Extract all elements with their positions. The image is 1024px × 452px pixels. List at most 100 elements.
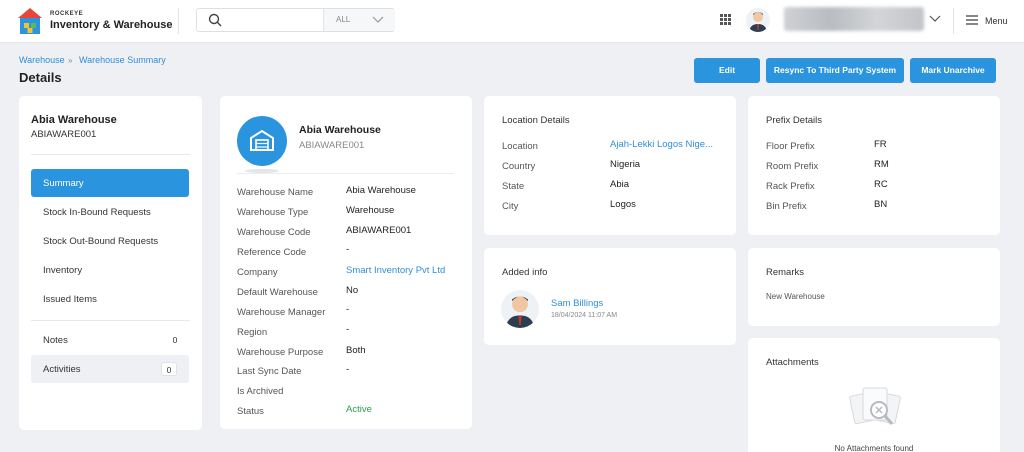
sidebar-item-label: Activities	[43, 364, 81, 375]
menu-label[interactable]: Menu	[985, 16, 1008, 26]
warehouse-details-card: Abia Warehouse ABIAWARE001 Warehouse Nam…	[220, 96, 472, 429]
field-value: Both	[346, 345, 366, 356]
user-info-redacted[interactable]	[784, 7, 924, 31]
activities-count-badge: 0	[161, 362, 177, 376]
field-label: Last Sync Date	[237, 366, 302, 377]
warehouse-subtitle-code: ABIAWARE001	[299, 140, 365, 151]
field-value: No	[346, 285, 359, 296]
card-title: Attachments	[766, 357, 819, 368]
breadcrumb-warehouse-summary[interactable]: Warehouse Summary	[79, 55, 166, 65]
field-label: Country	[502, 161, 536, 172]
company-link[interactable]: Smart Inventory Pvt Ltd	[346, 265, 445, 276]
sidebar-item-issued-items[interactable]: Issued Items	[31, 285, 189, 313]
sidebar-item-activities[interactable]: Activities 0	[31, 355, 189, 383]
sidebar-item-summary[interactable]: Summary	[31, 169, 189, 197]
field-value: -	[346, 304, 350, 315]
sidebar-item-label: Notes	[43, 335, 68, 346]
sidebar-item-label: Stock Out-Bound Requests	[43, 236, 159, 247]
sidebar-item-stock-out-bound[interactable]: Stock Out-Bound Requests	[31, 227, 189, 255]
field-label: Floor Prefix	[766, 141, 815, 152]
divider	[237, 173, 454, 174]
global-search: ALL	[196, 8, 395, 32]
user-avatar-icon	[505, 296, 535, 328]
sidebar-warehouse-name: Abia Warehouse	[31, 114, 117, 126]
sidebar-item-label: Stock In-Bound Requests	[43, 207, 151, 218]
field-label: Warehouse Name	[237, 187, 314, 198]
sidebar-item-label: Inventory	[43, 265, 83, 276]
notes-count-badge: 0	[172, 335, 178, 345]
sidebar-warehouse-code: ABIAWARE001	[31, 129, 97, 140]
page-title: Details	[19, 70, 62, 85]
field-label: City	[502, 201, 519, 212]
card-title: Remarks	[766, 267, 805, 278]
card-title: Location Details	[502, 115, 570, 126]
top-bar: ROCKEYE Inventory & Warehouse ALL Menu	[0, 0, 1024, 43]
field-label: Company	[237, 267, 278, 278]
breadcrumb-warehouse[interactable]: Warehouse	[19, 55, 65, 65]
field-label: Is Archived	[237, 386, 284, 397]
field-label: Default Warehouse	[237, 287, 318, 298]
field-label: Warehouse Manager	[237, 307, 326, 318]
warehouse-icon	[237, 116, 287, 166]
card-title: Prefix Details	[766, 115, 822, 126]
sidebar-item-notes[interactable]: Notes 0	[31, 326, 189, 354]
sidebar-card: Abia Warehouse ABIAWARE001 Summary Stock…	[19, 96, 202, 430]
added-timestamp: 18/04/2024 11:07 AM	[551, 312, 618, 319]
field-value: Abia Warehouse	[346, 185, 416, 196]
field-value: Logos	[610, 199, 636, 210]
resync-button[interactable]: Resync To Third Party System	[766, 58, 904, 83]
brand-name: Inventory & Warehouse	[50, 19, 173, 31]
added-by-user-link[interactable]: Sam Billings	[551, 298, 603, 309]
divider	[178, 8, 179, 34]
prefix-details-card: Prefix Details Floor Prefix FR Room Pref…	[748, 96, 1000, 235]
search-filter-select[interactable]: ALL	[323, 9, 395, 31]
divider	[31, 320, 190, 321]
edit-button[interactable]: Edit	[694, 58, 760, 83]
field-value: ABIAWARE001	[346, 225, 412, 236]
field-label: Room Prefix	[766, 161, 819, 172]
field-value: -	[346, 364, 350, 375]
user-avatar-icon	[749, 12, 767, 32]
chevron-down-icon[interactable]	[929, 15, 941, 23]
field-value: FR	[874, 139, 887, 150]
divider	[31, 154, 190, 155]
field-value: -	[346, 324, 350, 335]
location-details-card: Location Details Location Ajah-Lekki Log…	[484, 96, 736, 235]
card-title: Added info	[502, 267, 548, 278]
field-label: Status	[237, 406, 264, 417]
field-value: Abia	[610, 179, 630, 190]
brand-tagline: ROCKEYE	[50, 11, 84, 17]
field-label: Warehouse Purpose	[237, 347, 324, 358]
field-label: Region	[237, 327, 268, 338]
field-label: Warehouse Code	[237, 227, 311, 238]
field-label: Reference Code	[237, 247, 307, 258]
added-info-card: Added info Sam Billings 18/04/2024 11:07…	[484, 248, 736, 345]
sidebar-item-label: Issued Items	[43, 294, 97, 305]
user-avatar[interactable]	[746, 8, 770, 32]
sidebar-item-inventory[interactable]: Inventory	[31, 256, 189, 284]
location-link[interactable]: Ajah-Lekki Logos Nige...	[610, 139, 713, 150]
mark-unarchive-button[interactable]: Mark Unarchive	[910, 58, 996, 83]
brand-logo-icon[interactable]	[16, 6, 44, 36]
remarks-text: New Warehouse	[766, 292, 825, 301]
field-value: RC	[874, 179, 888, 190]
apps-grid-icon[interactable]	[720, 14, 731, 25]
search-input[interactable]	[229, 11, 317, 29]
field-label: Bin Prefix	[766, 201, 807, 212]
field-value: -	[346, 244, 350, 255]
search-icon[interactable]	[208, 13, 222, 27]
field-value: Nigeria	[610, 159, 641, 170]
hamburger-menu-icon[interactable]	[966, 15, 978, 25]
field-label: Warehouse Type	[237, 207, 309, 218]
field-value: BN	[874, 199, 888, 210]
sidebar-item-stock-in-bound[interactable]: Stock In-Bound Requests	[31, 198, 189, 226]
remarks-card: Remarks New Warehouse	[748, 248, 1000, 326]
breadcrumb-separator: »	[68, 56, 73, 65]
added-by-avatar	[501, 290, 539, 328]
search-filter-value: ALL	[336, 15, 351, 24]
chevron-down-icon	[372, 16, 384, 23]
warehouse-title: Abia Warehouse	[299, 124, 381, 136]
empty-attachments-icon	[849, 387, 901, 425]
attachments-card: Attachments No Attachments found	[748, 338, 1000, 452]
empty-attachments-text: No Attachments found	[834, 444, 914, 452]
